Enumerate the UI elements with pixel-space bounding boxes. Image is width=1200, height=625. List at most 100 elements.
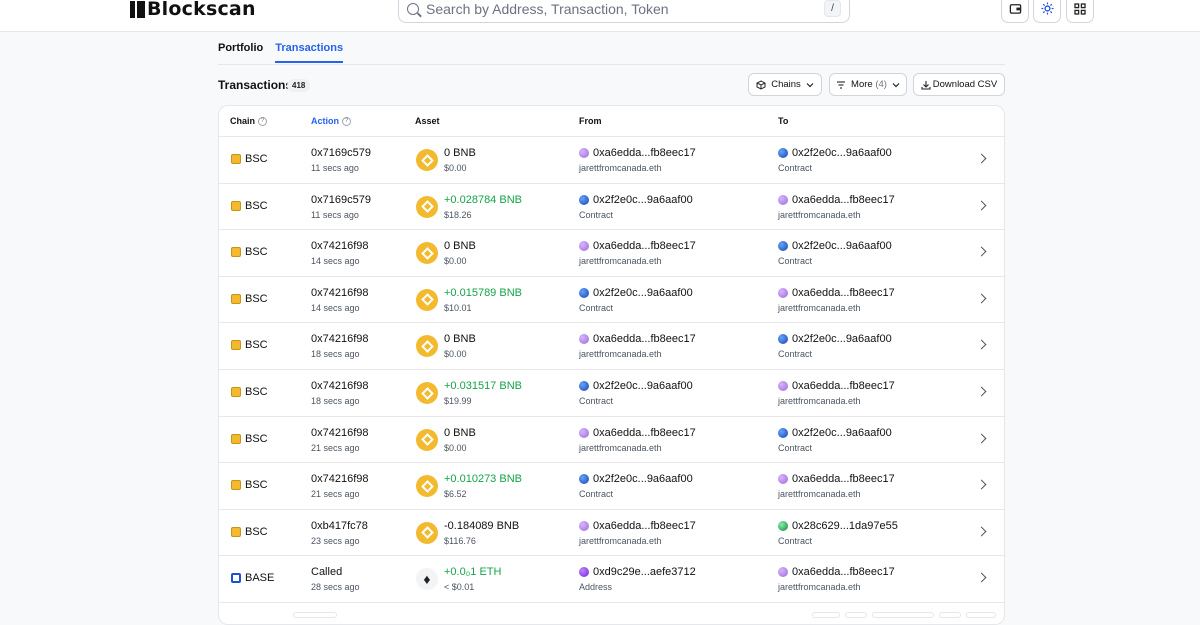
from-cell: 0x2f2e0c...9a6aaf00 Contract [579,287,693,313]
search-icon [407,2,419,15]
to-address[interactable]: 0x2f2e0c...9a6aaf00 [792,333,892,345]
action-time: 23 secs ago [311,535,360,546]
chevron-down-icon [806,82,814,87]
from-label: Contract [579,489,614,500]
to-address[interactable]: 0xa6edda...fb8eec17 [792,566,895,578]
action-method[interactable]: 0x74216f98 [311,380,369,392]
from-address[interactable]: 0xa6edda...fb8eec17 [593,333,696,345]
action-time: 11 secs ago [311,163,359,173]
action-method[interactable]: 0x74216f98 [311,287,369,299]
pagination-size-select[interactable] [293,612,337,618]
apps-button[interactable] [1066,0,1094,23]
table-row[interactable]: BSC 0x74216f98 21 secs ago 0 BNB $0.00 0xa6ed… [219,417,1004,464]
from-address[interactable]: 0xa6edda...fb8eec17 [593,240,696,252]
from-address[interactable]: 0x2f2e0c...9a6aaf00 [593,287,693,299]
from-label: Contract [579,302,614,313]
table-row[interactable]: BSC 0x74216f98 14 secs ago +0.015789 BNB $10… [219,277,1004,324]
pagination-last-button[interactable] [966,612,996,618]
action-time: 14 secs ago [311,302,360,313]
tab-portfolio[interactable]: Portfolio [218,42,263,63]
search-bar[interactable]: / [398,0,850,23]
table-row[interactable]: BASE Called 28 secs ago ♦ +0.0₀1 ETH < $0.01 0… [219,556,1004,603]
to-address[interactable]: 0xa6edda...fb8eec17 [792,287,895,299]
asset-usd-value: $18.26 [444,209,472,220]
to-address[interactable]: 0x28c629...1da97e55 [792,520,898,532]
to-address[interactable]: 0x2f2e0c...9a6aaf00 [792,240,892,252]
bsc-chain-icon [231,293,241,304]
address-avatar-icon [778,287,788,298]
column-header-chain[interactable]: Chain? [230,116,268,126]
search-input[interactable] [426,0,824,17]
chain-cell: BSC [231,339,268,351]
to-address[interactable]: 0xa6edda...fb8eec17 [792,194,895,206]
chevron-right-icon[interactable] [976,433,987,444]
chevron-right-icon[interactable] [976,200,987,211]
action-method[interactable]: 0x7169c579 [311,147,371,159]
action-method[interactable]: 0x74216f98 [311,427,369,439]
column-header-to: To [778,116,789,126]
chevron-right-icon[interactable] [976,246,987,257]
tab-transactions[interactable]: Transactions [275,42,344,63]
action-method[interactable]: 0x7169c579 [311,194,371,206]
chevron-right-icon[interactable] [976,572,987,583]
chevron-right-icon[interactable] [976,339,987,350]
chevron-right-icon[interactable] [976,526,987,537]
download-csv-button[interactable]: Download CSV [913,73,1005,96]
table-row[interactable]: BSC 0x74216f98 21 secs ago +0.010273 BNB $6.… [219,463,1004,510]
pagination-first-button[interactable] [812,612,840,618]
section-title: Transactions [218,78,293,92]
bnb-token-icon [416,382,438,404]
action-method[interactable]: 0x74216f98 [311,240,369,252]
pagination-next-button[interactable] [939,612,961,618]
chain-cell: BSC [231,479,268,491]
to-cell: 0x28c629...1da97e55 Contract [778,520,898,546]
to-address[interactable]: 0xa6edda...fb8eec17 [792,473,895,485]
from-address[interactable]: 0xa6edda...fb8eec17 [593,520,696,532]
table-row[interactable]: BSC 0x7169c579 11 secs ago +0.028784 BNB $18… [219,184,1004,231]
table-row[interactable]: BSC 0xb417fc78 23 secs ago -0.184089 BNB $11… [219,510,1004,557]
more-label: More [851,79,873,90]
from-label: Contract [579,209,614,220]
action-method[interactable]: 0xb417fc78 [311,520,368,532]
action-method[interactable]: 0x74216f98 [311,473,369,485]
from-cell: 0xa6edda...fb8eec17 jarettfromcanada.eth [579,427,696,453]
download-icon [921,80,931,90]
to-address[interactable]: 0x2f2e0c...9a6aaf00 [792,147,892,159]
action-method[interactable]: 0x74216f98 [311,333,369,345]
from-address[interactable]: 0xa6edda...fb8eec17 [593,427,696,439]
table-row[interactable]: BSC 0x74216f98 14 secs ago 0 BNB $0.00 0xa6ed… [219,230,1004,277]
wallet-button[interactable] [1001,0,1029,23]
to-label: jarettfromcanada.eth [778,582,861,593]
theme-toggle-button[interactable] [1033,0,1061,23]
column-header-action[interactable]: Action? [311,116,351,126]
pagination-prev-button[interactable] [845,612,867,618]
table-row[interactable]: BSC 0x74216f98 18 secs ago +0.031517 BNB $19… [219,370,1004,417]
to-address[interactable]: 0x2f2e0c...9a6aaf00 [792,427,892,439]
more-filters-dropdown[interactable]: More (4) [829,73,907,96]
action-method[interactable]: Called [311,566,360,578]
blockscan-logo[interactable]: Blockscan [130,0,256,20]
to-cell: 0xa6edda...fb8eec17 jarettfromcanada.eth [778,194,895,220]
address-avatar-icon [778,427,788,438]
chevron-right-icon[interactable] [976,386,987,397]
from-address[interactable]: 0xd9c29e...aefe3712 [593,566,696,578]
chevron-right-icon[interactable] [976,153,987,164]
to-address[interactable]: 0xa6edda...fb8eec17 [792,380,895,392]
from-address[interactable]: 0x2f2e0c...9a6aaf00 [593,473,693,485]
from-address[interactable]: 0xa6edda...fb8eec17 [593,147,696,159]
from-address[interactable]: 0x2f2e0c...9a6aaf00 [593,380,693,392]
help-icon[interactable]: ? [342,116,351,126]
from-address[interactable]: 0x2f2e0c...9a6aaf00 [593,194,693,206]
asset-amount: +0.010273 BNB [444,473,522,486]
asset-cell: 0 BNB $0.00 [416,427,476,453]
chevron-right-icon[interactable] [976,479,987,490]
help-icon[interactable]: ? [258,116,268,126]
address-avatar-icon [579,381,589,391]
chains-dropdown[interactable]: Chains [748,73,822,96]
to-label: jarettfromcanada.eth [778,396,861,406]
table-row[interactable]: BSC 0x74216f98 18 secs ago 0 BNB $0.00 0xa6ed… [219,323,1004,370]
asset-amount: 0 BNB [444,426,476,439]
bsc-chain-icon [231,247,241,258]
chevron-right-icon[interactable] [976,293,987,304]
table-row[interactable]: BSC 0x7169c579 11 secs ago 0 BNB $0.00 0xa6ed… [219,137,1004,184]
